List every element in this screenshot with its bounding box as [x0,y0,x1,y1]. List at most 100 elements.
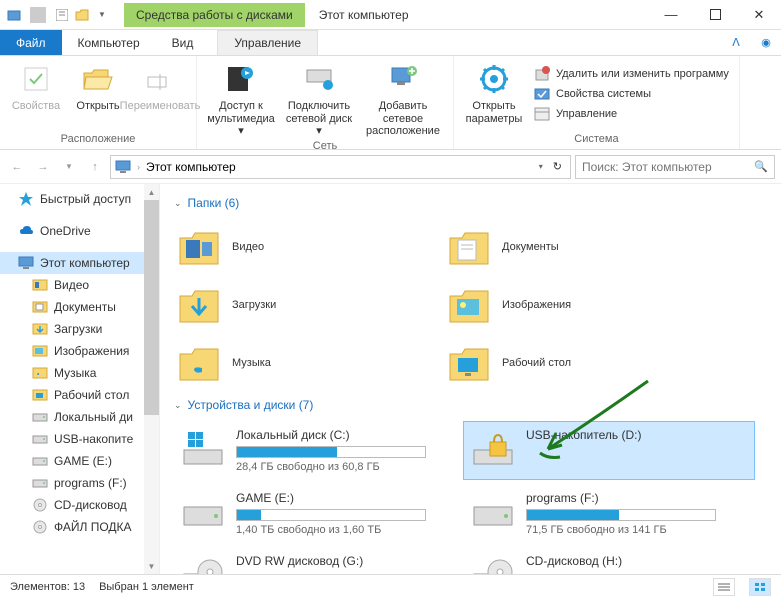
drive-item[interactable]: programs (F:)71,5 ГБ свободно из 141 ГБ [464,485,754,542]
open-button[interactable]: Открыть [70,62,126,113]
nav-forward-button[interactable]: → [32,156,54,178]
sidebar-item[interactable]: Видео [0,274,159,296]
view-details-button[interactable] [713,578,735,596]
view-icons-button[interactable] [749,578,771,596]
folder-item[interactable]: Видео [174,220,444,274]
add-network-location-button[interactable]: Добавить сетевое расположение [361,62,445,138]
gear-large-icon [479,62,509,96]
tab-manage[interactable]: Управление [217,30,318,55]
sidebar-item-label: Загрузки [54,322,102,336]
uninstall-programs-button[interactable]: Удалить или изменить программу [534,66,729,82]
sidebar-item-label: Музыка [54,366,96,380]
network-drive-icon [304,62,334,96]
help-icon[interactable]: ◉ [751,30,781,55]
video-icon [32,277,48,293]
open-settings-button[interactable]: Открыть параметры [462,62,526,125]
ribbon-collapse-icon[interactable]: ᐱ [721,30,751,55]
close-button[interactable]: ✕ [737,0,781,30]
sidebar-item[interactable]: Рабочий стол [0,384,159,406]
tab-view[interactable]: Вид [156,30,210,55]
drive-space-label: 1,40 ТБ свободно из 1,60 ТБ [236,524,456,536]
devices-section-header[interactable]: ⌄Устройства и диски (7) [174,398,767,412]
map-network-drive-button[interactable]: Подключить сетевой диск ▾ [283,62,355,138]
ribbon-group-system-label: Система [462,131,731,147]
win-drive-icon [182,428,224,470]
refresh-icon[interactable]: ↻ [549,160,566,173]
cloud-icon [18,223,34,239]
drive-item[interactable]: USB-накопитель (D:) [464,422,754,479]
sidebar-item[interactable]: Этот компьютер [0,252,159,274]
item-count: Элементов: 13 [10,581,85,593]
folder-label: Изображения [502,299,571,311]
drive-item[interactable]: Локальный диск (C:)28,4 ГБ свободно из 6… [174,422,464,479]
folder-item[interactable]: Рабочий стол [444,336,714,390]
sidebar-item[interactable]: OneDrive [0,220,159,242]
sidebar-item[interactable]: GAME (E:) [0,450,159,472]
ribbon-group-location-label: Расположение [8,131,188,147]
sidebar-item[interactable]: Изображения [0,340,159,362]
doc-icon [32,299,48,315]
chevron-down-icon: ⌄ [174,198,182,209]
sidebar-item-label: Локальный ди [54,410,133,424]
folders-section-header[interactable]: ⌄Папки (6) [174,196,767,210]
drive-icon [32,475,48,491]
sidebar-scrollbar[interactable]: ▲ ▼ [144,184,159,574]
sidebar-item-label: Документы [54,300,116,314]
scroll-up-arrow[interactable]: ▲ [144,184,159,200]
scroll-down-arrow[interactable]: ▼ [144,558,159,574]
drive-label: GAME (E:) [236,491,456,505]
disk-tools-tab[interactable]: Средства работы с дисками [124,3,305,27]
manage-button[interactable]: Управление [534,106,729,122]
address-dropdown-icon[interactable]: ▾ [539,162,543,171]
rename-button[interactable]: Переименовать [132,62,188,113]
scrollbar-thumb[interactable] [144,200,159,415]
chevron-down-icon: ⌄ [174,400,182,411]
sidebar-item[interactable]: USB-накопите [0,428,159,450]
nav-back-button[interactable]: ← [6,156,28,178]
folder-item[interactable]: Музыка [174,336,444,390]
sidebar-item-label: GAME (E:) [54,454,112,468]
star-icon [18,191,34,207]
search-box[interactable]: 🔍 [575,155,775,179]
music-folder-icon [178,342,220,384]
drive-item[interactable]: CD-дисковод (H:) [464,548,754,574]
drive-item[interactable]: DVDDVD RW дисковод (G:) [174,548,464,574]
nav-up-button[interactable]: ↑ [84,156,106,178]
sidebar-item[interactable]: ФАЙЛ ПОДКА [0,516,159,538]
video-folder-icon [178,226,220,268]
tab-file[interactable]: Файл [0,30,62,55]
folder-open-icon [82,62,114,96]
sidebar-item[interactable]: CD-дисковод [0,494,159,516]
search-icon[interactable]: 🔍 [754,160,768,173]
system-properties-button[interactable]: Свойства системы [534,86,729,102]
checkmark-icon [22,62,50,96]
address-input[interactable] [146,160,533,174]
image-icon [32,343,48,359]
address-bar[interactable]: › ▾ ↻ [110,155,571,179]
qat-properties-icon[interactable] [54,7,70,23]
folder-item[interactable]: Загрузки [174,278,444,332]
drive-item[interactable]: GAME (E:) 1,40 ТБ свободно из 1,60 ТБ [174,485,464,542]
properties-button[interactable]: Свойства [8,62,64,113]
nav-history-dropdown[interactable]: ▼ [58,156,80,178]
maximize-button[interactable] [693,0,737,30]
desktop-folder-icon [448,342,490,384]
navigation-bar: ← → ▼ ↑ › ▾ ↻ 🔍 [0,150,781,184]
folder-item[interactable]: Документы [444,220,714,274]
folder-item[interactable]: Изображения [444,278,714,332]
sidebar-item[interactable]: Загрузки [0,318,159,340]
sidebar-item[interactable]: programs (F:) [0,472,159,494]
qat-dropdown-icon[interactable]: ▼ [94,7,110,23]
open-label: Открыть [76,100,119,113]
search-input[interactable] [582,160,748,174]
qat-new-folder-icon[interactable] [74,7,90,23]
minimize-button[interactable]: — [649,0,693,30]
tab-computer[interactable]: Компьютер [62,30,156,55]
media-access-button[interactable]: Доступ к мультимедиа ▾ [205,62,277,138]
cd-drive-icon [472,554,514,574]
sidebar-item[interactable]: Музыка [0,362,159,384]
sidebar-item[interactable]: Локальный ди [0,406,159,428]
sidebar-item[interactable]: Документы [0,296,159,318]
sidebar-item[interactable]: Быстрый доступ [0,188,159,210]
system-menu-icon[interactable] [6,7,22,23]
